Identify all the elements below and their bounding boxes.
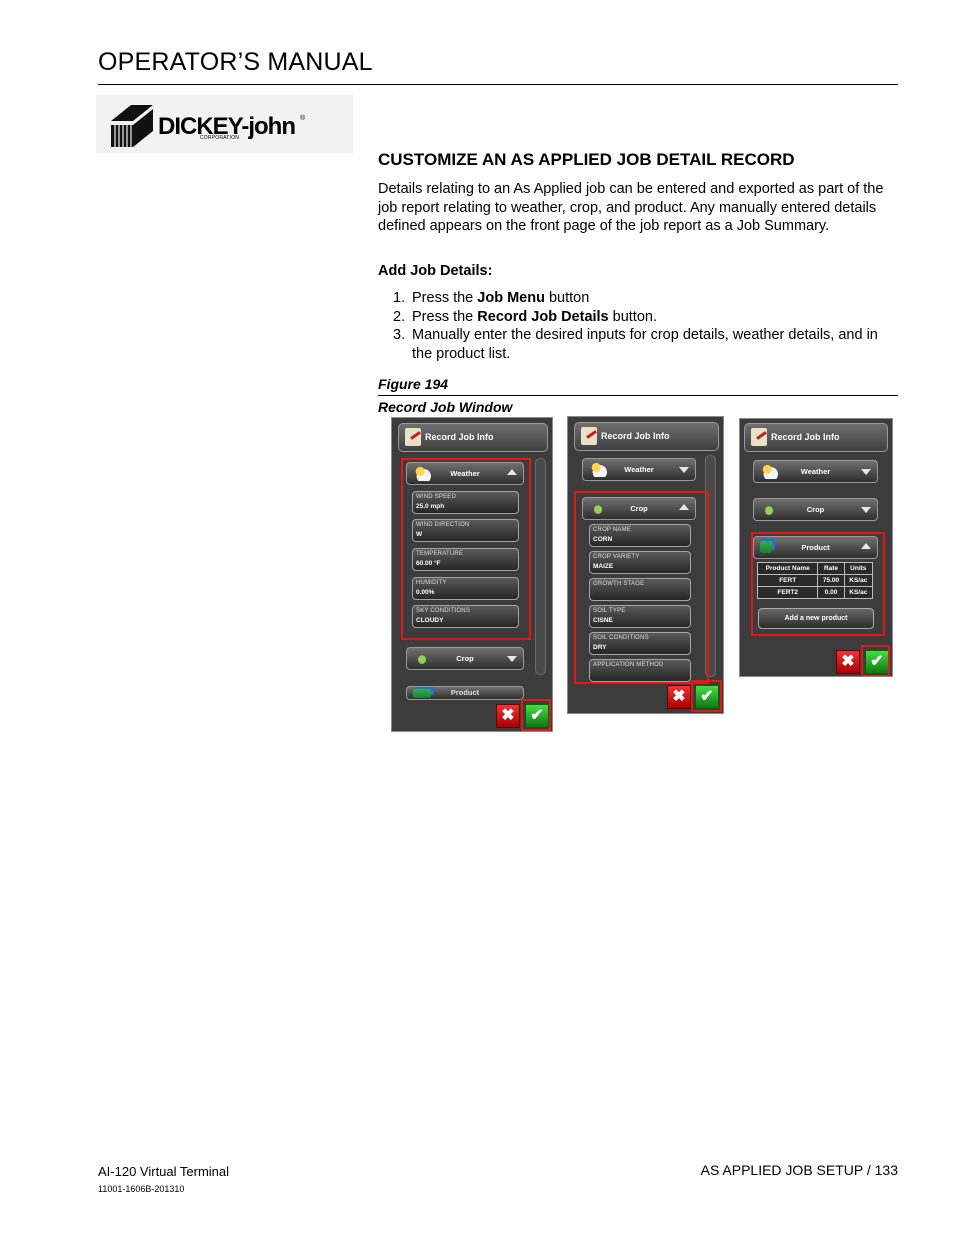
record-job-icon — [581, 427, 597, 445]
figure-number: Figure 194 — [378, 376, 449, 392]
step-item: 3. Manually enter the desired inputs for … — [393, 327, 878, 362]
crop-plant-icon — [413, 650, 431, 666]
cancel-button[interactable]: ✖ — [667, 685, 691, 709]
highlight-box — [401, 458, 531, 640]
step-item: 1. Press the Job Menu button — [393, 290, 590, 306]
weather-sun-icon — [589, 461, 607, 477]
figure-rule — [378, 395, 898, 396]
weather-sun-icon — [760, 463, 778, 479]
cancel-button[interactable]: ✖ — [496, 704, 520, 728]
figure-caption: Record Job Window — [378, 399, 513, 415]
logo-registered: ® — [300, 115, 306, 122]
cancel-button[interactable]: ✖ — [836, 650, 860, 674]
product-dropdown[interactable]: Product — [406, 686, 524, 700]
highlight-box — [751, 532, 885, 636]
screen-weather: Record Job Info Weather WIND SPEED 25.0 m… — [391, 417, 553, 732]
record-job-icon — [751, 428, 767, 446]
scrollbar[interactable] — [535, 458, 546, 675]
chevron-down-icon — [861, 469, 871, 475]
logo-stack-icon — [111, 105, 153, 147]
manual-title: OPERATOR’S MANUAL — [98, 48, 373, 76]
footer-page: AS APPLIED JOB SETUP / 133 — [700, 1162, 898, 1178]
window-title: Record Job Info — [771, 432, 840, 442]
header-rule — [98, 84, 898, 85]
chevron-down-icon — [679, 467, 689, 473]
crop-dropdown[interactable]: Crop — [406, 647, 524, 670]
highlight-box — [574, 491, 709, 684]
window-title: Record Job Info — [425, 432, 494, 442]
add-job-details-heading: Add Job Details: — [378, 263, 493, 279]
chevron-down-icon — [507, 656, 517, 662]
accept-highlight-box — [861, 645, 890, 676]
window-title: Record Job Info — [601, 431, 670, 441]
record-job-icon — [405, 428, 421, 446]
steps-list: 1. Press the Job Menu button 2. Press the … — [378, 289, 898, 363]
window-title-bar: Record Job Info — [574, 422, 719, 451]
section-title: CUSTOMIZE AN AS APPLIED JOB DETAIL RECOR… — [378, 150, 795, 169]
intro-paragraph: Details relating to an As Applied job ca… — [378, 181, 884, 235]
logo-corporation: CORPORATION — [200, 135, 240, 141]
footer-doc-number: 11001-1606B-201310 — [98, 1184, 185, 1194]
crop-plant-icon — [760, 501, 778, 517]
screen-product: Record Job Info Weather Crop Product Pro… — [739, 418, 893, 677]
chevron-down-icon — [861, 507, 871, 513]
step-item: 2. Press the Record Job Details button. — [393, 308, 657, 325]
accept-highlight-box — [521, 699, 551, 731]
accept-highlight-box — [691, 680, 722, 712]
product-bucket-icon — [413, 689, 431, 698]
screen-crop: Record Job Info Weather Crop CROP NAME CO… — [567, 416, 724, 714]
window-title-bar: Record Job Info — [398, 423, 548, 452]
weather-dropdown[interactable]: Weather — [753, 460, 878, 483]
footer-product: AI-120 Virtual Terminal — [98, 1164, 230, 1179]
crop-dropdown[interactable]: Crop — [753, 498, 878, 521]
window-title-bar: Record Job Info — [744, 423, 888, 452]
weather-dropdown[interactable]: Weather — [582, 458, 696, 481]
